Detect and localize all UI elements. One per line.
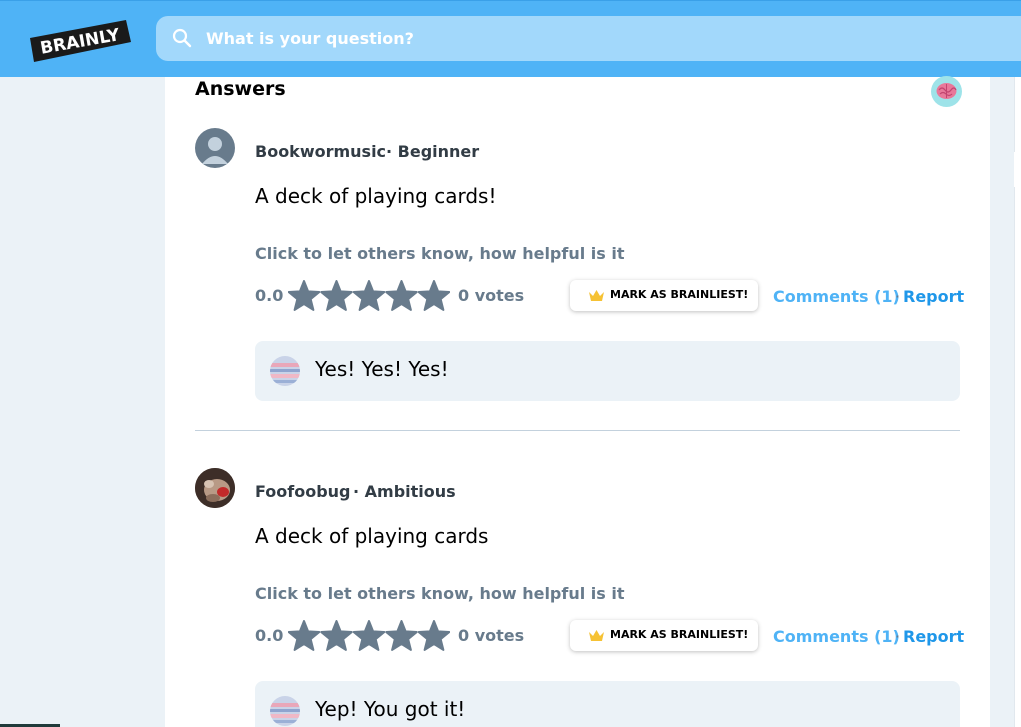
- brain-icon-graphic: [936, 83, 957, 99]
- search-bar[interactable]: [156, 16, 1021, 61]
- mark-brainliest-button[interactable]: MARK AS BRAINLIEST!: [570, 280, 758, 311]
- top-bar-strip: [0, 0, 1021, 1]
- comment-text: Yep! You got it!: [315, 697, 466, 721]
- crown-icon: [589, 630, 604, 641]
- right-panel-edge: [1014, 77, 1021, 727]
- answer-divider: [195, 430, 960, 431]
- star-icon[interactable]: [288, 620, 321, 651]
- comment-avatar-image: [270, 356, 300, 386]
- vote-count: 0 votes: [458, 286, 525, 305]
- star-icon[interactable]: [417, 280, 450, 311]
- brainly-logo[interactable]: BRAINLY: [30, 20, 131, 62]
- top-bar: BRAINLY: [0, 0, 1021, 77]
- star-icon[interactable]: [385, 620, 418, 651]
- user-silhouette-icon: [202, 137, 228, 164]
- separator-dot: ·: [895, 627, 901, 646]
- rating-score: 0.0: [255, 286, 284, 305]
- answer-username[interactable]: Foofoobug: [255, 482, 351, 501]
- comment-avatar[interactable]: [270, 356, 300, 386]
- separator-dot: ·: [895, 287, 901, 306]
- comments-link[interactable]: Comments (1): [773, 627, 900, 646]
- star-icon[interactable]: [288, 280, 321, 311]
- avatar-default[interactable]: [195, 128, 235, 168]
- answers-heading: Answers: [195, 78, 286, 100]
- rating-stars[interactable]: [288, 620, 450, 652]
- mark-brainliest-label: MARK AS BRAINLIEST!: [610, 288, 749, 301]
- answer-text: A deck of playing cards!: [255, 184, 497, 208]
- comment-text: Yes! Yes! Yes!: [315, 357, 449, 381]
- rating-stars[interactable]: [288, 280, 450, 312]
- answer-rank: · Ambitious: [353, 482, 456, 501]
- report-link[interactable]: Report: [903, 287, 964, 306]
- answer-rank: · Beginner: [386, 142, 480, 161]
- right-panel-segment: [1014, 187, 1021, 727]
- avatar-photo[interactable]: [195, 468, 235, 508]
- comment-item: Yes! Yes! Yes!: [255, 341, 960, 401]
- helpful-prompt: Click to let others know, how helpful is…: [255, 584, 625, 603]
- comments-link[interactable]: Comments (1): [773, 287, 900, 306]
- mark-brainliest-button[interactable]: MARK AS BRAINLIEST!: [570, 620, 758, 651]
- comment-avatar-image: [270, 696, 300, 726]
- star-icon[interactable]: [320, 280, 353, 311]
- comment-item: Yep! You got it!: [255, 681, 960, 727]
- star-icon[interactable]: [352, 620, 386, 651]
- answer-text: A deck of playing cards: [255, 524, 489, 548]
- star-icon[interactable]: [417, 620, 450, 651]
- search-icon: [172, 28, 192, 48]
- star-icon[interactable]: [352, 280, 386, 311]
- brain-icon[interactable]: [931, 76, 962, 107]
- answer-username[interactable]: Bookwormusic: [255, 142, 386, 161]
- star-icon[interactable]: [320, 620, 353, 651]
- helpful-prompt: Click to let others know, how helpful is…: [255, 244, 625, 263]
- vote-count: 0 votes: [458, 626, 525, 645]
- search-input[interactable]: [206, 16, 986, 61]
- rating-score: 0.0: [255, 626, 284, 645]
- comment-avatar[interactable]: [270, 696, 300, 726]
- mark-brainliest-label: MARK AS BRAINLIEST!: [610, 628, 749, 641]
- crown-icon: [589, 290, 604, 301]
- user-photo-image: [195, 468, 235, 508]
- star-icon[interactable]: [385, 280, 418, 311]
- right-panel-segment: [1014, 77, 1021, 152]
- report-link[interactable]: Report: [903, 627, 964, 646]
